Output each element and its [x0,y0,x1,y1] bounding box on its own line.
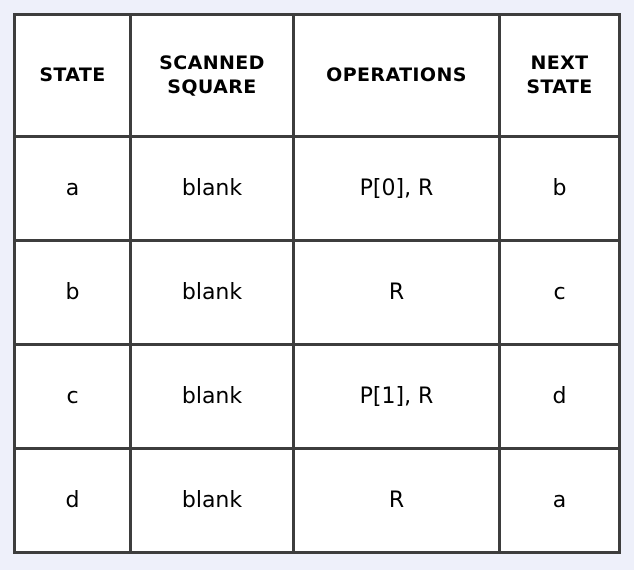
cell-operations: R [292,239,501,346]
cell-next-state: a [498,447,621,554]
column-header-next-state-line-1: NEXT [530,51,589,74]
cell-operations: P[1], R [292,343,501,450]
table-header: STATE SCANNED SQUARE OPERATIONS NEXT STA… [13,13,621,138]
column-header-scanned-square-line-2: SQUARE [167,75,257,98]
cell-state: b [13,239,132,346]
table-row: a blank P[0], R b [13,135,621,242]
column-header-scanned-square: SCANNED SQUARE [129,13,295,138]
column-header-operations-line-1: OPERATIONS [326,63,467,86]
table-row: b blank R c [13,239,621,346]
table-header-row: STATE SCANNED SQUARE OPERATIONS NEXT STA… [13,13,621,138]
turing-machine-transition-table: STATE SCANNED SQUARE OPERATIONS NEXT STA… [13,13,621,554]
cell-scanned-square: blank [129,135,295,242]
cell-state: a [13,135,132,242]
cell-operations: P[0], R [292,135,501,242]
cell-next-state: b [498,135,621,242]
cell-operations: R [292,447,501,554]
turing-machine-table-container: STATE SCANNED SQUARE OPERATIONS NEXT STA… [13,13,621,554]
column-header-scanned-square-line-1: SCANNED [159,51,265,74]
cell-state: d [13,447,132,554]
cell-scanned-square: blank [129,239,295,346]
column-header-state: STATE [13,13,132,138]
column-header-state-line-1: STATE [39,63,106,86]
column-header-next-state: NEXT STATE [498,13,621,138]
cell-scanned-square: blank [129,343,295,450]
cell-state: c [13,343,132,450]
table-row: c blank P[1], R d [13,343,621,450]
cell-scanned-square: blank [129,447,295,554]
table-row: d blank R a [13,447,621,554]
column-header-next-state-line-2: STATE [526,75,593,98]
cell-next-state: d [498,343,621,450]
column-header-operations: OPERATIONS [292,13,501,138]
table-body: a blank P[0], R b b blank R c c blank P[… [13,135,621,554]
cell-next-state: c [498,239,621,346]
